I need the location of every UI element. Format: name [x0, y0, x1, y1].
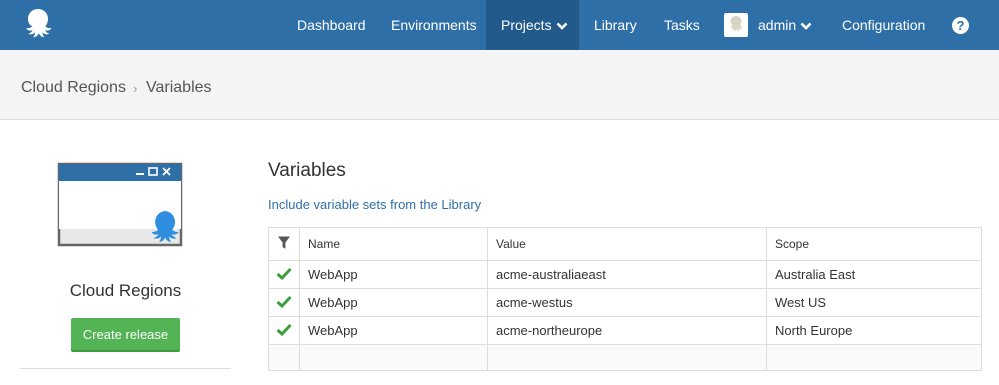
check-icon: [276, 323, 292, 336]
breadcrumb-separator: ›: [133, 81, 138, 96]
sidebar-divider: [20, 368, 231, 369]
table-row[interactable]: WebApp acme-westus West US: [268, 288, 982, 317]
table-row[interactable]: WebApp acme-northeurope North Europe: [268, 316, 982, 345]
new-variable-value-cell[interactable]: [487, 344, 767, 371]
new-variable-name-cell[interactable]: [299, 344, 488, 371]
filter-icon[interactable]: [277, 235, 291, 250]
check-icon: [276, 295, 292, 308]
create-release-button[interactable]: Create release: [71, 318, 180, 350]
project-logo-icon: [57, 162, 183, 247]
new-variable-row[interactable]: [268, 344, 982, 371]
top-navigation: Dashboard Environments Projects Library …: [0, 0, 999, 50]
breadcrumb-project[interactable]: Cloud Regions: [21, 79, 126, 97]
chevron-down-icon: [800, 22, 812, 30]
nav-projects[interactable]: Projects: [486, 0, 579, 50]
new-variable-scope-cell[interactable]: [766, 344, 982, 371]
variable-scope[interactable]: Australia East: [766, 260, 982, 289]
variable-scope[interactable]: North Europe: [766, 316, 982, 345]
page-title: Variables: [268, 160, 346, 181]
variable-scope[interactable]: West US: [766, 288, 982, 317]
filter-column[interactable]: [268, 227, 300, 261]
column-header-name[interactable]: Name: [299, 227, 488, 261]
table-row[interactable]: WebApp acme-australiaeast Australia East: [268, 260, 982, 289]
row-status-cell: [268, 316, 300, 345]
variable-value[interactable]: acme-westus: [487, 288, 767, 317]
nav-library[interactable]: Library: [579, 0, 652, 50]
include-library-sets-link[interactable]: Include variable sets from the Library: [268, 197, 481, 212]
variable-value[interactable]: acme-australiaeast: [487, 260, 767, 289]
variable-value[interactable]: acme-northeurope: [487, 316, 767, 345]
user-name: admin: [758, 17, 797, 33]
nav-configuration[interactable]: Configuration: [827, 0, 940, 50]
variables-table: Name Value Scope WebApp acme-australiaea…: [268, 227, 982, 371]
table-header-row: Name Value Scope: [268, 227, 982, 261]
new-variable-status-cell: [268, 344, 300, 371]
help-icon[interactable]: ?: [952, 17, 969, 34]
variable-name[interactable]: WebApp: [299, 288, 488, 317]
variable-name[interactable]: WebApp: [299, 260, 488, 289]
check-icon: [276, 267, 292, 280]
variable-name[interactable]: WebApp: [299, 316, 488, 345]
column-header-scope[interactable]: Scope: [766, 227, 982, 261]
breadcrumb: Cloud Regions › Variables: [0, 50, 999, 120]
breadcrumb-current: Variables: [146, 79, 212, 96]
row-status-cell: [268, 260, 300, 289]
nav-projects-label: Projects: [501, 17, 552, 33]
row-status-cell: [268, 288, 300, 317]
octopus-logo-icon[interactable]: [20, 6, 56, 42]
user-menu[interactable]: admin: [743, 0, 827, 50]
nav-dashboard[interactable]: Dashboard: [282, 0, 381, 50]
project-name: Cloud Regions: [69, 281, 182, 300]
nav-environments[interactable]: Environments: [376, 0, 492, 50]
column-header-value[interactable]: Value: [487, 227, 767, 261]
nav-tasks[interactable]: Tasks: [649, 0, 715, 50]
chevron-down-icon: [556, 22, 567, 30]
